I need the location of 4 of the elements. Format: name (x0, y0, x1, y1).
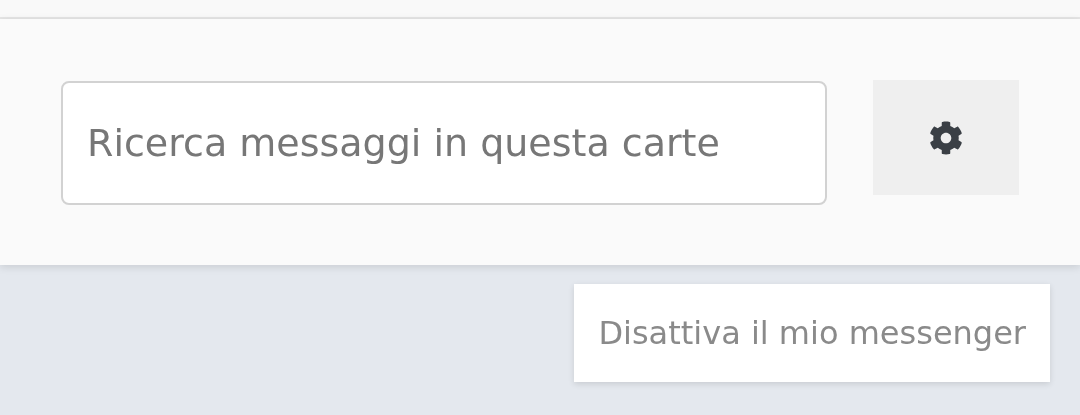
settings-button[interactable] (873, 80, 1019, 195)
settings-icon (929, 120, 963, 155)
menu-item[interactable]: Disattiva il mio messenger (574, 284, 1050, 382)
search-field[interactable]: Ricerca messaggi in questa carte (61, 81, 827, 205)
